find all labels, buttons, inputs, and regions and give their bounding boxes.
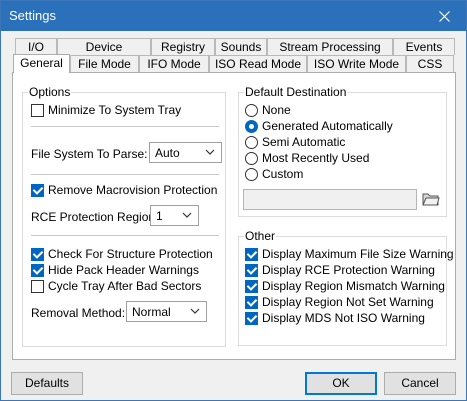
display-max-file-size-warning-label: Display Maximum File Size Warning: [262, 247, 454, 261]
cancel-button[interactable]: Cancel: [384, 372, 456, 395]
file-system-value: Auto: [155, 145, 180, 160]
tab-registry[interactable]: Registry: [151, 38, 215, 55]
display-max-file-size-warning-box[interactable]: [245, 247, 258, 261]
chevron-down-icon: [190, 308, 200, 314]
radio-custom-label: Custom: [262, 167, 304, 181]
radio-generated-automatically-circle[interactable]: [245, 119, 258, 133]
removal-method-select[interactable]: Normal: [126, 301, 207, 322]
tab-sounds[interactable]: Sounds: [215, 38, 267, 55]
cycle-tray-checkbox[interactable]: Cycle Tray After Bad Sectors: [31, 279, 201, 293]
radio-custom-circle[interactable]: [245, 167, 258, 181]
tab-device[interactable]: Device: [57, 38, 151, 55]
removal-method-label: Removal Method:: [31, 306, 126, 320]
radio-generated-automatically-label: Generated Automatically: [262, 119, 393, 133]
options-divider-3: [31, 235, 219, 236]
radio-custom[interactable]: Custom: [245, 167, 303, 181]
ok-button[interactable]: OK: [305, 372, 377, 395]
radio-generated-automatically[interactable]: Generated Automatically: [245, 119, 393, 133]
display-rce-protection-warning-label: Display RCE Protection Warning: [262, 263, 435, 277]
display-region-mismatch-warning-label: Display Region Mismatch Warning: [262, 279, 445, 293]
folder-browse-icon[interactable]: [422, 191, 440, 207]
display-region-mismatch-warning-checkbox[interactable]: Display Region Mismatch Warning: [245, 279, 445, 293]
display-max-file-size-warning-checkbox[interactable]: Display Maximum File Size Warning: [245, 247, 454, 261]
radio-most-recently-used-circle[interactable]: [245, 151, 258, 165]
general-tab-panel: Options Minimize To System Tray File Sys…: [12, 72, 456, 360]
display-region-mismatch-warning-box[interactable]: [245, 279, 258, 293]
other-group-title: Other: [244, 229, 277, 243]
close-button[interactable]: [422, 1, 466, 31]
radio-most-recently-used-label: Most Recently Used: [262, 151, 370, 165]
custom-path-input[interactable]: [243, 189, 417, 210]
radio-none[interactable]: None: [245, 103, 291, 117]
chevron-down-icon: [205, 149, 215, 155]
tab-events[interactable]: Events: [393, 38, 455, 55]
minimize-to-tray-label: Minimize To System Tray: [48, 103, 182, 117]
tab-css[interactable]: CSS: [406, 55, 454, 72]
display-region-not-set-warning-checkbox[interactable]: Display Region Not Set Warning: [245, 295, 434, 309]
rce-region-label: RCE Protection Region:: [31, 210, 159, 224]
radio-semi-automatic[interactable]: Semi Automatic: [245, 135, 345, 149]
radio-semi-automatic-label: Semi Automatic: [262, 135, 346, 149]
tab-stream-processing[interactable]: Stream Processing: [267, 38, 393, 55]
removal-method-value: Normal: [132, 304, 171, 319]
options-group-title: Options: [28, 85, 72, 99]
minimize-to-tray-checkbox[interactable]: Minimize To System Tray: [31, 103, 181, 117]
display-rce-protection-warning-checkbox[interactable]: Display RCE Protection Warning: [245, 263, 435, 277]
options-divider-1: [31, 126, 219, 127]
tab-io[interactable]: I/O: [15, 38, 57, 55]
radio-most-recently-used[interactable]: Most Recently Used: [245, 151, 369, 165]
rce-region-select[interactable]: 1: [150, 205, 199, 226]
hide-pack-header-box[interactable]: [31, 263, 44, 277]
display-region-not-set-warning-box[interactable]: [245, 295, 258, 309]
tab-general[interactable]: General: [13, 54, 70, 73]
hide-pack-header-label: Hide Pack Header Warnings: [48, 263, 199, 277]
title-bar[interactable]: Settings: [1, 1, 466, 31]
options-divider-2: [31, 174, 219, 175]
defaults-button[interactable]: Defaults: [11, 372, 83, 395]
cycle-tray-box[interactable]: [31, 279, 44, 293]
radio-semi-automatic-circle[interactable]: [245, 135, 258, 149]
window-title: Settings: [9, 8, 56, 23]
minimize-to-tray-box[interactable]: [31, 103, 44, 117]
display-region-not-set-warning-label: Display Region Not Set Warning: [262, 295, 434, 309]
display-rce-protection-warning-box[interactable]: [245, 263, 258, 277]
settings-dialog: Settings I/O Device Registry Sounds Stre…: [0, 0, 467, 401]
hide-pack-header-checkbox[interactable]: Hide Pack Header Warnings: [31, 263, 199, 277]
check-structure-box[interactable]: [31, 247, 44, 261]
tab-iso-write-mode[interactable]: ISO Write Mode: [307, 55, 406, 72]
display-mds-not-iso-warning-box[interactable]: [245, 311, 258, 325]
remove-macrovision-box[interactable]: [31, 183, 44, 197]
check-structure-checkbox[interactable]: Check For Structure Protection: [31, 247, 213, 261]
radio-none-label: None: [262, 103, 291, 117]
default-destination-title: Default Destination: [244, 85, 348, 99]
display-mds-not-iso-warning-checkbox[interactable]: Display MDS Not ISO Warning: [245, 311, 425, 325]
cycle-tray-label: Cycle Tray After Bad Sectors: [48, 279, 202, 293]
chevron-down-icon: [182, 212, 192, 218]
display-mds-not-iso-warning-label: Display MDS Not ISO Warning: [262, 311, 425, 325]
remove-macrovision-checkbox[interactable]: Remove Macrovision Protection: [31, 183, 217, 197]
rce-region-value: 1: [156, 208, 163, 223]
radio-none-circle[interactable]: [245, 103, 258, 117]
check-structure-label: Check For Structure Protection: [48, 247, 213, 261]
tab-ifo-mode[interactable]: IFO Mode: [139, 55, 209, 72]
file-system-label: File System To Parse:: [31, 147, 148, 161]
close-icon: [438, 10, 450, 22]
remove-macrovision-label: Remove Macrovision Protection: [48, 183, 218, 197]
file-system-select[interactable]: Auto: [149, 142, 222, 163]
tab-file-mode[interactable]: File Mode: [70, 55, 139, 72]
tab-iso-read-mode[interactable]: ISO Read Mode: [209, 55, 307, 72]
